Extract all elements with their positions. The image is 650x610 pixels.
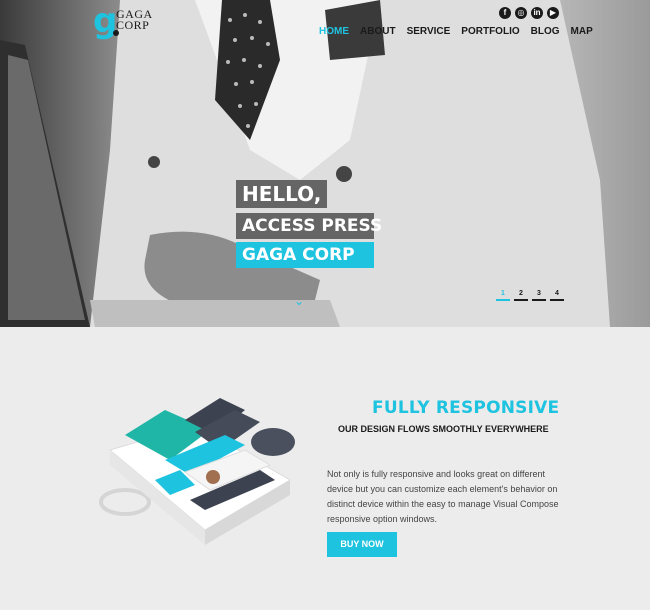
slide-dot-2[interactable]: 2	[514, 290, 528, 301]
facebook-icon[interactable]: f	[499, 7, 511, 19]
buy-now-button[interactable]: BUY NOW	[327, 532, 397, 557]
logo-text: GAGA CORP	[116, 7, 153, 32]
hero-line-1: HELLO,	[236, 180, 328, 208]
slider-pagination: 1 2 3 4	[496, 290, 564, 301]
brand-logo[interactable]: g GAGA CORP	[93, 4, 153, 40]
slide-dot-4[interactable]: 4	[550, 290, 564, 301]
instagram-icon[interactable]: ◎	[515, 7, 527, 19]
nav-about[interactable]: ABOUT	[360, 26, 396, 38]
scroll-down-icon[interactable]: ⌄	[294, 294, 304, 308]
responsive-device-illustration	[99, 398, 295, 545]
feature-subtitle: OUR DESIGN FLOWS SMOOTHLY EVERYWHERE	[338, 424, 549, 434]
linkedin-icon[interactable]: in	[531, 7, 543, 19]
hero-banner: g GAGA CORP f ◎ in ▶ HOME ABOUT SERVICE P…	[0, 0, 650, 327]
hero-line-3: GAGA CORP	[236, 242, 374, 268]
slide-dot-1[interactable]: 1	[496, 290, 510, 301]
hero-photo	[0, 0, 610, 327]
nav-service[interactable]: SERVICE	[407, 26, 451, 38]
youtube-icon[interactable]: ▶	[547, 7, 559, 19]
nav-blog[interactable]: BLOG	[531, 26, 560, 38]
feature-description: Not only is fully responsive and looks g…	[327, 469, 559, 524]
main-nav: HOME ABOUT SERVICE PORTFOLIO BLOG MAP	[319, 26, 604, 38]
nav-map[interactable]: MAP	[571, 26, 593, 38]
nav-home[interactable]: HOME	[319, 26, 349, 38]
nav-portfolio[interactable]: PORTFOLIO	[461, 26, 519, 38]
feature-title: FULLY RESPONSIVE	[372, 398, 560, 418]
social-links: f ◎ in ▶	[499, 7, 559, 19]
slide-dot-3[interactable]: 3	[532, 290, 546, 301]
hero-line-2: ACCESS PRESS	[236, 213, 382, 239]
